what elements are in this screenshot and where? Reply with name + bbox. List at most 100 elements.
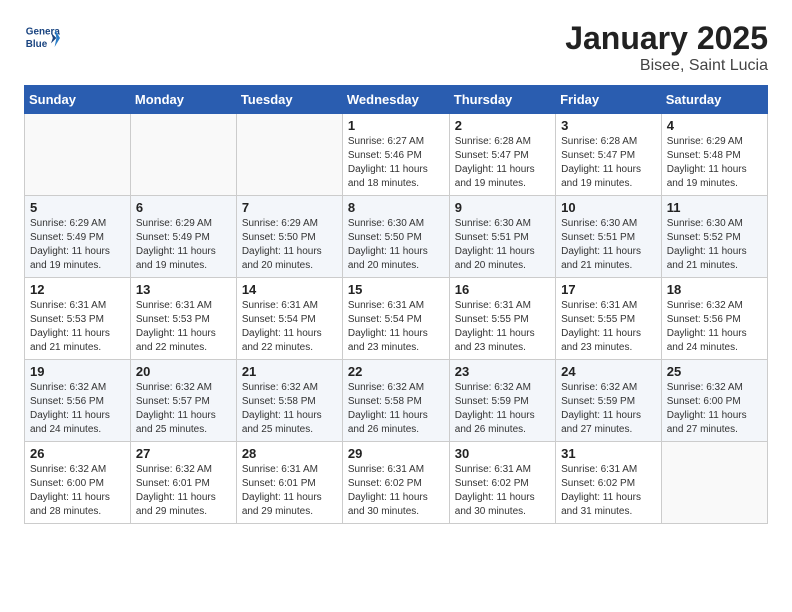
table-row: 5 Sunrise: 6:29 AM Sunset: 5:49 PM Daylig… bbox=[25, 196, 131, 278]
day-number: 24 bbox=[561, 364, 656, 379]
day-info: Sunrise: 6:31 AM Sunset: 5:54 PM Dayligh… bbox=[242, 299, 337, 355]
day-info: Sunrise: 6:31 AM Sunset: 5:55 PM Dayligh… bbox=[561, 299, 656, 355]
day-info: Sunrise: 6:27 AM Sunset: 5:46 PM Dayligh… bbox=[348, 135, 444, 191]
calendar-header-row: Sunday Monday Tuesday Wednesday Thursday… bbox=[25, 86, 768, 114]
table-row: 6 Sunrise: 6:29 AM Sunset: 5:49 PM Daylig… bbox=[130, 196, 236, 278]
table-row: 28 Sunrise: 6:31 AM Sunset: 6:01 PM Dayli… bbox=[236, 442, 342, 524]
day-number: 22 bbox=[348, 364, 444, 379]
table-row bbox=[236, 114, 342, 196]
day-number: 6 bbox=[136, 200, 231, 215]
table-row: 14 Sunrise: 6:31 AM Sunset: 5:54 PM Dayli… bbox=[236, 278, 342, 360]
day-info: Sunrise: 6:32 AM Sunset: 5:56 PM Dayligh… bbox=[667, 299, 762, 355]
day-number: 13 bbox=[136, 282, 231, 297]
day-info: Sunrise: 6:32 AM Sunset: 5:58 PM Dayligh… bbox=[242, 381, 337, 437]
day-number: 15 bbox=[348, 282, 444, 297]
day-number: 25 bbox=[667, 364, 762, 379]
day-info: Sunrise: 6:32 AM Sunset: 6:01 PM Dayligh… bbox=[136, 463, 231, 519]
day-number: 5 bbox=[30, 200, 125, 215]
day-number: 27 bbox=[136, 446, 231, 461]
table-row: 10 Sunrise: 6:30 AM Sunset: 5:51 PM Dayli… bbox=[556, 196, 662, 278]
calendar-title: January 2025 bbox=[565, 20, 768, 57]
col-sunday: Sunday bbox=[25, 86, 131, 114]
day-info: Sunrise: 6:32 AM Sunset: 5:59 PM Dayligh… bbox=[455, 381, 550, 437]
title-block: January 2025 Bisee, Saint Lucia bbox=[565, 20, 768, 75]
logo-icon: General Blue bbox=[24, 20, 60, 56]
day-info: Sunrise: 6:31 AM Sunset: 5:55 PM Dayligh… bbox=[455, 299, 550, 355]
svg-text:General: General bbox=[26, 26, 60, 37]
col-friday: Friday bbox=[556, 86, 662, 114]
table-row: 13 Sunrise: 6:31 AM Sunset: 5:53 PM Dayli… bbox=[130, 278, 236, 360]
day-number: 17 bbox=[561, 282, 656, 297]
day-info: Sunrise: 6:29 AM Sunset: 5:49 PM Dayligh… bbox=[30, 217, 125, 273]
header: General Blue January 2025 Bisee, Saint L… bbox=[24, 20, 768, 75]
col-saturday: Saturday bbox=[661, 86, 767, 114]
day-info: Sunrise: 6:31 AM Sunset: 6:02 PM Dayligh… bbox=[455, 463, 550, 519]
table-row: 30 Sunrise: 6:31 AM Sunset: 6:02 PM Dayli… bbox=[449, 442, 555, 524]
table-row: 12Sunrise: 6:31 AM Sunset: 5:53 PM Dayli… bbox=[25, 278, 131, 360]
day-info: Sunrise: 6:29 AM Sunset: 5:49 PM Dayligh… bbox=[136, 217, 231, 273]
table-row: 22Sunrise: 6:32 AM Sunset: 5:58 PM Dayli… bbox=[342, 360, 449, 442]
day-number: 28 bbox=[242, 446, 337, 461]
day-number: 8 bbox=[348, 200, 444, 215]
table-row: 25 Sunrise: 6:32 AM Sunset: 6:00 PM Dayli… bbox=[661, 360, 767, 442]
day-number: 11 bbox=[667, 200, 762, 215]
day-info: Sunrise: 6:31 AM Sunset: 6:02 PM Dayligh… bbox=[561, 463, 656, 519]
col-monday: Monday bbox=[130, 86, 236, 114]
table-row: 2Sunrise: 6:28 AM Sunset: 5:47 PM Daylig… bbox=[449, 114, 555, 196]
day-info: Sunrise: 6:31 AM Sunset: 6:02 PM Dayligh… bbox=[348, 463, 444, 519]
table-row: 23 Sunrise: 6:32 AM Sunset: 5:59 PM Dayli… bbox=[449, 360, 555, 442]
calendar-week-row: 5 Sunrise: 6:29 AM Sunset: 5:49 PM Daylig… bbox=[25, 196, 768, 278]
day-number: 9 bbox=[455, 200, 550, 215]
day-number: 10 bbox=[561, 200, 656, 215]
day-number: 26 bbox=[30, 446, 125, 461]
table-row: 29 Sunrise: 6:31 AM Sunset: 6:02 PM Dayli… bbox=[342, 442, 449, 524]
calendar-week-row: 1 Sunrise: 6:27 AM Sunset: 5:46 PM Daylig… bbox=[25, 114, 768, 196]
table-row: 9 Sunrise: 6:30 AM Sunset: 5:51 PM Daylig… bbox=[449, 196, 555, 278]
col-tuesday: Tuesday bbox=[236, 86, 342, 114]
day-info: Sunrise: 6:31 AM Sunset: 6:01 PM Dayligh… bbox=[242, 463, 337, 519]
col-wednesday: Wednesday bbox=[342, 86, 449, 114]
table-row: 19 Sunrise: 6:32 AM Sunset: 5:56 PM Dayli… bbox=[25, 360, 131, 442]
table-row: 16Sunrise: 6:31 AM Sunset: 5:55 PM Dayli… bbox=[449, 278, 555, 360]
calendar-week-row: 19 Sunrise: 6:32 AM Sunset: 5:56 PM Dayli… bbox=[25, 360, 768, 442]
table-row: 8Sunrise: 6:30 AM Sunset: 5:50 PM Daylig… bbox=[342, 196, 449, 278]
day-number: 19 bbox=[30, 364, 125, 379]
day-info: Sunrise: 6:32 AM Sunset: 6:00 PM Dayligh… bbox=[30, 463, 125, 519]
calendar-week-row: 12 Sunrise: 6:31 AM Sunset: 5:53 PM Dayli… bbox=[25, 278, 768, 360]
table-row: 24Sunrise: 6:32 AM Sunset: 5:59 PM Dayli… bbox=[556, 360, 662, 442]
table-row bbox=[661, 442, 767, 524]
col-thursday: Thursday bbox=[449, 86, 555, 114]
table-row: 17 Sunrise: 6:31 AM Sunset: 5:55 PM Dayli… bbox=[556, 278, 662, 360]
table-row: 20Sunrise: 6:32 AM Sunset: 5:57 PM Dayli… bbox=[130, 360, 236, 442]
day-info: Sunrise: 6:32 AM Sunset: 6:00 PM Dayligh… bbox=[667, 381, 762, 437]
day-number: 12 bbox=[30, 282, 125, 297]
day-number: 29 bbox=[348, 446, 444, 461]
table-row: 3Sunrise: 6:28 AM Sunset: 5:47 PM Daylig… bbox=[556, 114, 662, 196]
day-info: Sunrise: 6:32 AM Sunset: 5:56 PM Dayligh… bbox=[30, 381, 125, 437]
table-row: 7Sunrise: 6:29 AM Sunset: 5:50 PM Daylig… bbox=[236, 196, 342, 278]
day-info: Sunrise: 6:28 AM Sunset: 5:47 PM Dayligh… bbox=[561, 135, 656, 191]
day-number: 18 bbox=[667, 282, 762, 297]
calendar-subtitle: Bisee, Saint Lucia bbox=[565, 57, 768, 75]
day-info: Sunrise: 6:29 AM Sunset: 5:48 PM Dayligh… bbox=[667, 135, 762, 191]
day-number: 30 bbox=[455, 446, 550, 461]
day-number: 20 bbox=[136, 364, 231, 379]
page: General Blue January 2025 Bisee, Saint L… bbox=[0, 0, 792, 544]
day-info: Sunrise: 6:31 AM Sunset: 5:53 PM Dayligh… bbox=[136, 299, 231, 355]
table-row: 1 Sunrise: 6:27 AM Sunset: 5:46 PM Daylig… bbox=[342, 114, 449, 196]
day-info: Sunrise: 6:30 AM Sunset: 5:51 PM Dayligh… bbox=[455, 217, 550, 273]
day-number: 1 bbox=[348, 118, 444, 133]
logo: General Blue bbox=[24, 20, 64, 56]
day-number: 7 bbox=[242, 200, 337, 215]
day-number: 23 bbox=[455, 364, 550, 379]
day-number: 4 bbox=[667, 118, 762, 133]
day-info: Sunrise: 6:28 AM Sunset: 5:47 PM Dayligh… bbox=[455, 135, 550, 191]
table-row: 15 Sunrise: 6:31 AM Sunset: 5:54 PM Dayli… bbox=[342, 278, 449, 360]
table-row bbox=[25, 114, 131, 196]
table-row: 31Sunrise: 6:31 AM Sunset: 6:02 PM Dayli… bbox=[556, 442, 662, 524]
day-info: Sunrise: 6:30 AM Sunset: 5:51 PM Dayligh… bbox=[561, 217, 656, 273]
calendar-week-row: 26 Sunrise: 6:32 AM Sunset: 6:00 PM Dayli… bbox=[25, 442, 768, 524]
day-info: Sunrise: 6:31 AM Sunset: 5:54 PM Dayligh… bbox=[348, 299, 444, 355]
table-row: 27 Sunrise: 6:32 AM Sunset: 6:01 PM Dayli… bbox=[130, 442, 236, 524]
day-number: 14 bbox=[242, 282, 337, 297]
